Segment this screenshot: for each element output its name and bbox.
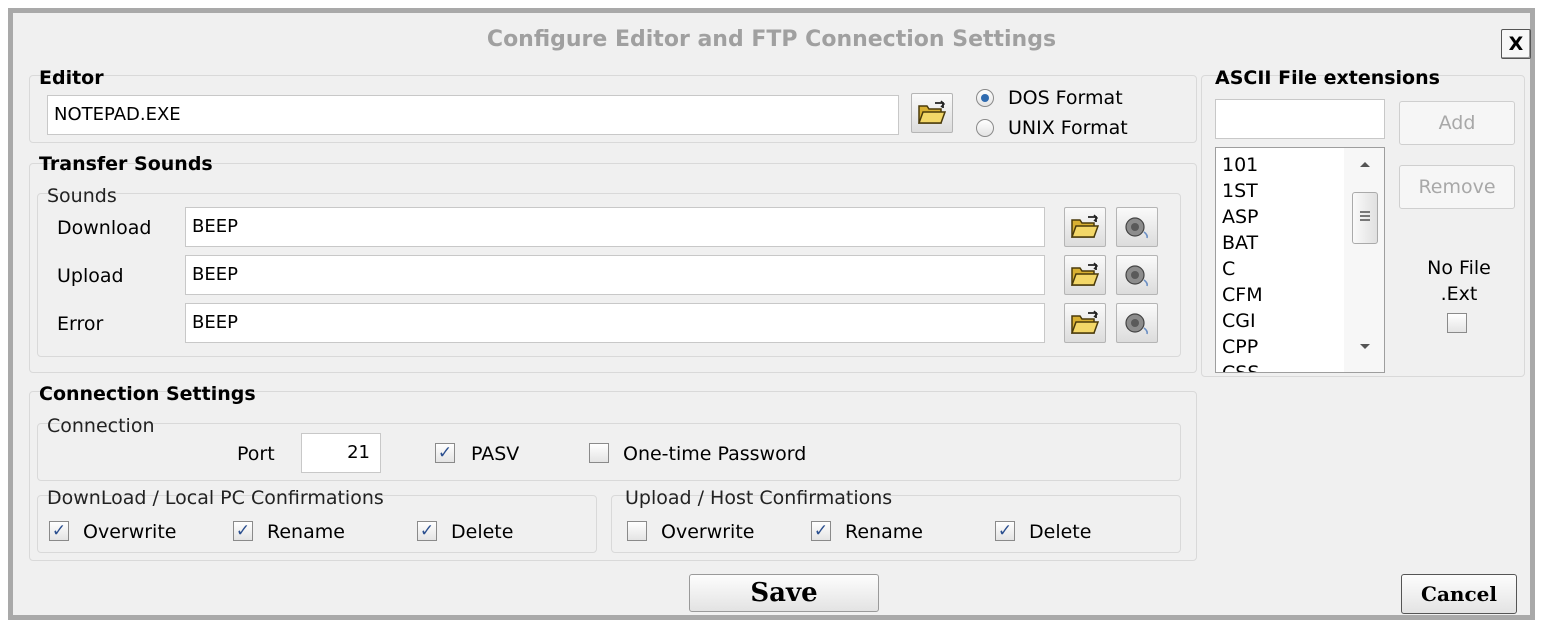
folder-open-icon xyxy=(1070,310,1100,334)
unix-format-label: UNIX Format xyxy=(1008,117,1128,139)
pasv-checkbox[interactable]: ✓ xyxy=(435,443,455,463)
list-item[interactable]: 1ST xyxy=(1216,178,1344,204)
connection-subgroup xyxy=(37,423,1181,481)
list-item[interactable]: CSS xyxy=(1216,360,1344,372)
one-time-password-label: One-time Password xyxy=(623,443,807,465)
sounds-subgroup-title: Sounds xyxy=(47,185,117,207)
upload-sound-browse-button[interactable] xyxy=(1064,255,1106,295)
port-label: Port xyxy=(237,443,275,465)
transfer-sounds-title: Transfer Sounds xyxy=(39,153,213,175)
upload-rename-label: Rename xyxy=(845,521,923,543)
editor-browse-button[interactable] xyxy=(911,93,953,133)
folder-open-icon xyxy=(1070,214,1100,238)
upload-confirmations-title: Upload / Host Confirmations xyxy=(625,487,893,509)
list-item[interactable]: CPP xyxy=(1216,334,1344,360)
list-item[interactable]: 101 xyxy=(1216,152,1344,178)
no-file-ext-checkbox[interactable] xyxy=(1447,313,1467,333)
speaker-icon xyxy=(1125,313,1148,335)
download-overwrite-checkbox[interactable]: ✓ xyxy=(49,521,69,541)
scrollbar-thumb[interactable] xyxy=(1352,192,1378,244)
settings-dialog: Configure Editor and FTP Connection Sett… xyxy=(8,8,1535,620)
unix-format-radio[interactable] xyxy=(976,119,994,137)
scroll-up-arrow-icon[interactable] xyxy=(1360,162,1370,167)
speaker-icon xyxy=(1125,265,1148,287)
save-button[interactable]: Save xyxy=(689,574,879,612)
pasv-label: PASV xyxy=(471,443,520,465)
error-sound-input[interactable]: BEEP xyxy=(185,303,1045,343)
list-item[interactable]: C xyxy=(1216,256,1344,282)
scroll-down-arrow-icon[interactable] xyxy=(1360,344,1370,349)
connection-settings-title: Connection Settings xyxy=(39,383,256,405)
download-confirmations-title: DownLoad / Local PC Confirmations xyxy=(47,487,384,509)
folder-open-icon xyxy=(917,100,947,124)
download-sound-play-button[interactable] xyxy=(1116,207,1158,247)
download-overwrite-label: Overwrite xyxy=(83,521,177,543)
upload-overwrite-checkbox[interactable] xyxy=(627,521,647,541)
upload-sound-input[interactable]: BEEP xyxy=(185,255,1045,295)
extensions-listbox[interactable]: 101 1ST ASP BAT C CFM CGI CPP CSS xyxy=(1215,147,1385,373)
upload-rename-checkbox[interactable]: ✓ xyxy=(811,521,831,541)
upload-sound-play-button[interactable] xyxy=(1116,255,1158,295)
remove-extension-button[interactable]: Remove xyxy=(1399,165,1515,209)
upload-delete-checkbox[interactable]: ✓ xyxy=(995,521,1015,541)
no-file-ext-label-line2: .Ext xyxy=(1440,283,1478,305)
download-sound-label: Download xyxy=(57,217,152,239)
list-item[interactable]: BAT xyxy=(1216,230,1344,256)
connection-subgroup-title: Connection xyxy=(47,415,155,437)
no-file-ext-label-line1: No File xyxy=(1427,257,1491,279)
ascii-extensions-title: ASCII File extensions xyxy=(1215,67,1440,89)
download-rename-label: Rename xyxy=(267,521,345,543)
add-extension-button[interactable]: Add xyxy=(1399,101,1515,145)
speaker-icon xyxy=(1125,217,1148,239)
close-button[interactable]: X xyxy=(1501,29,1531,59)
download-delete-checkbox[interactable]: ✓ xyxy=(417,521,437,541)
download-sound-browse-button[interactable] xyxy=(1064,207,1106,247)
port-input[interactable]: 21 xyxy=(301,433,381,473)
editor-path-input[interactable]: NOTEPAD.EXE xyxy=(47,95,899,135)
one-time-password-checkbox[interactable] xyxy=(589,443,609,463)
dos-format-radio[interactable] xyxy=(976,89,994,107)
download-sound-input[interactable]: BEEP xyxy=(185,207,1045,247)
list-item[interactable]: ASP xyxy=(1216,204,1344,230)
error-sound-browse-button[interactable] xyxy=(1064,303,1106,343)
error-sound-label: Error xyxy=(57,313,104,335)
folder-open-icon xyxy=(1070,262,1100,286)
extension-input[interactable] xyxy=(1215,99,1385,139)
extensions-list: 101 1ST ASP BAT C CFM CGI CPP CSS xyxy=(1216,152,1344,372)
download-delete-label: Delete xyxy=(451,521,514,543)
upload-overwrite-label: Overwrite xyxy=(661,521,755,543)
editor-group-title: Editor xyxy=(39,67,104,89)
list-item[interactable]: CFM xyxy=(1216,282,1344,308)
list-item[interactable]: CGI xyxy=(1216,308,1344,334)
list-scrollbar[interactable] xyxy=(1344,148,1384,372)
dialog-title: Configure Editor and FTP Connection Sett… xyxy=(486,27,1057,52)
download-rename-checkbox[interactable]: ✓ xyxy=(233,521,253,541)
dos-format-label: DOS Format xyxy=(1008,87,1123,109)
upload-delete-label: Delete xyxy=(1029,521,1092,543)
upload-sound-label: Upload xyxy=(57,265,124,287)
error-sound-play-button[interactable] xyxy=(1116,303,1158,343)
cancel-button[interactable]: Cancel xyxy=(1401,574,1517,614)
